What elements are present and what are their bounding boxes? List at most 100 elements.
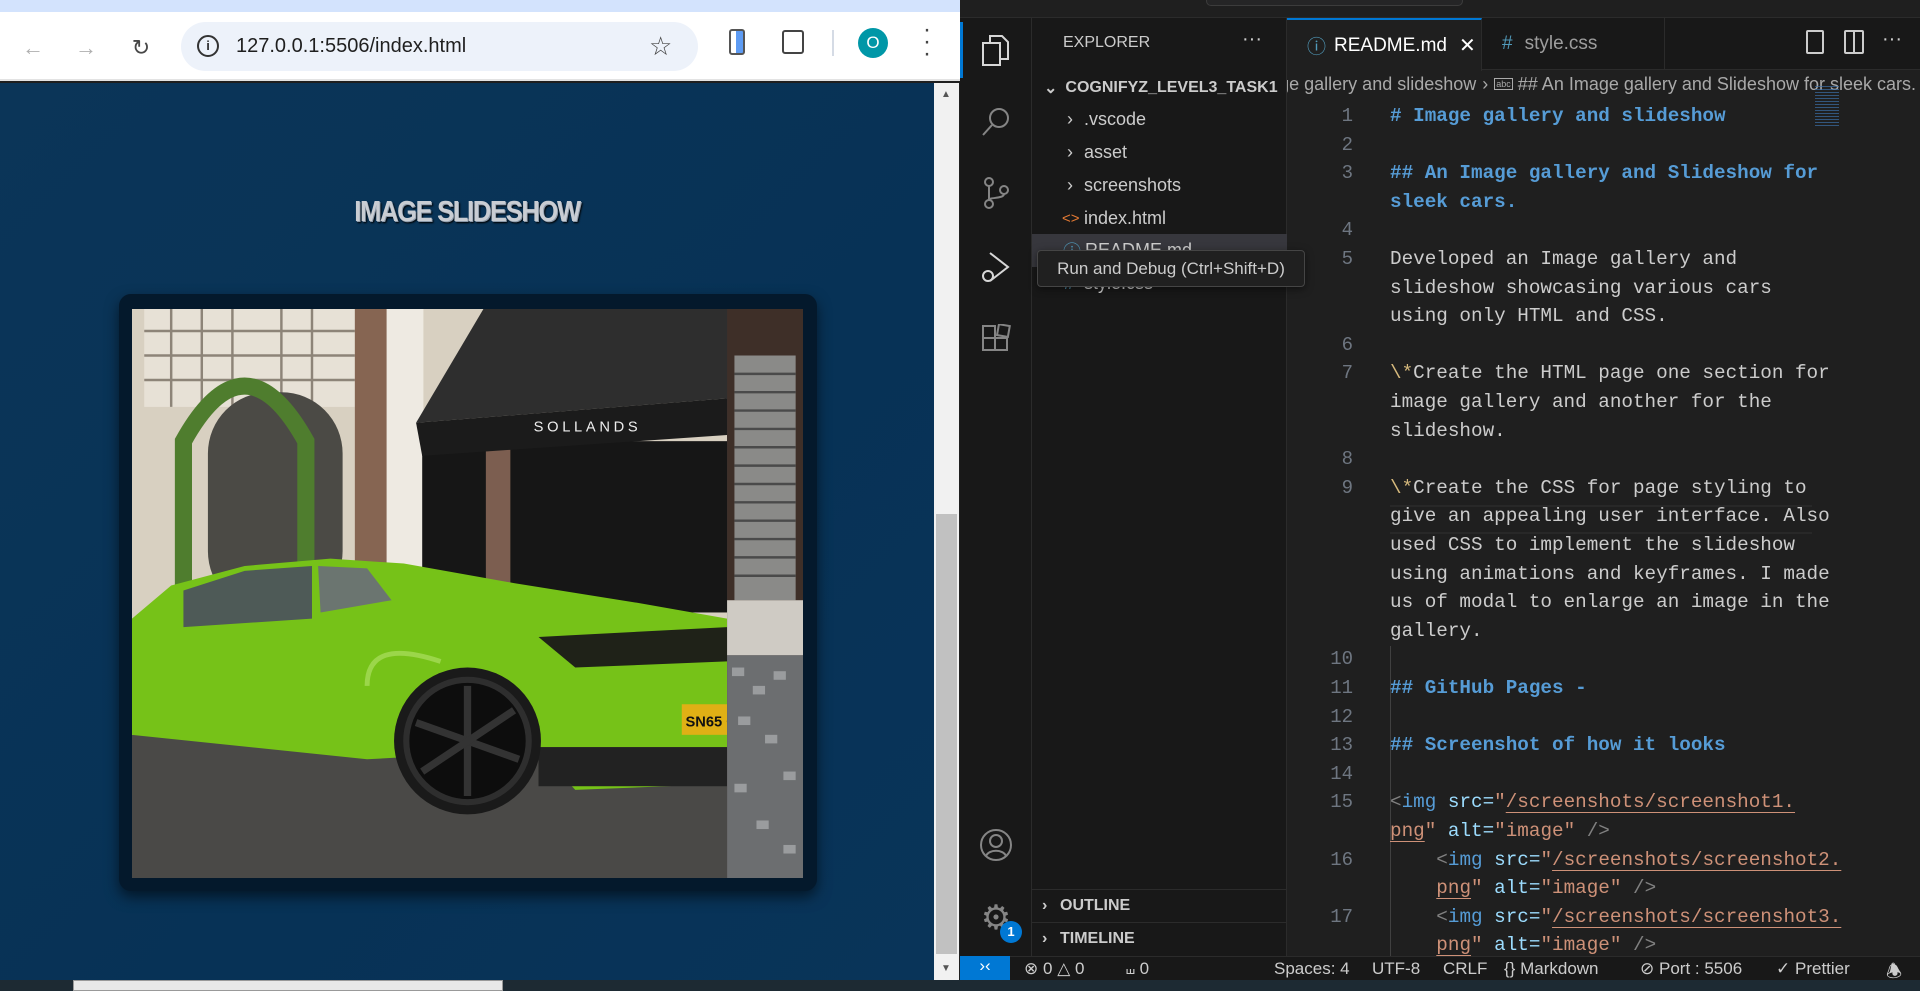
timeline-section[interactable]: › TIMELINE xyxy=(1032,922,1287,955)
line-number: 13 xyxy=(1330,734,1353,757)
scrollbar-thumb[interactable] xyxy=(936,514,957,954)
close-icon[interactable]: ✕ xyxy=(1459,33,1476,58)
code-line[interactable]: slideshow showcasing various cars xyxy=(1390,274,1772,303)
toolbar-divider xyxy=(832,30,834,56)
minimap[interactable] xyxy=(1815,86,1839,126)
code-line[interactable]: <img src="/screenshots/screenshot2. xyxy=(1390,846,1841,875)
code-line[interactable]: slideshow. xyxy=(1390,417,1506,446)
line-number: 14 xyxy=(1330,762,1353,785)
tree-item-label: index.html xyxy=(1084,208,1167,228)
code-line[interactable]: Developed an Image gallery and xyxy=(1390,245,1737,274)
tab-search-icon[interactable] xyxy=(729,29,745,55)
error-icon: ⊗ xyxy=(1024,959,1039,978)
scroll-up-icon[interactable]: ▲ xyxy=(941,89,951,100)
folder-header[interactable]: ⌄ COGNIFYZ_LEVEL3_TASK1 xyxy=(1032,71,1287,104)
page-scrollbar[interactable]: ▲ ▼ xyxy=(934,83,959,980)
code-token: "image" xyxy=(1540,877,1622,900)
eol[interactable]: CRLF xyxy=(1443,959,1487,979)
code-line[interactable]: give an appealing user interface. Also xyxy=(1390,502,1830,531)
code-token: " xyxy=(1471,877,1483,900)
next-slide xyxy=(727,309,803,878)
browser-tab-strip xyxy=(0,0,960,12)
section-label: OUTLINE xyxy=(1060,897,1131,914)
code-token: ## An Image gallery and Slideshow for xyxy=(1390,162,1819,185)
remote-icon[interactable]: ›‹ xyxy=(960,956,1010,980)
menu-icon[interactable]: · · · xyxy=(918,18,936,66)
current-slide-car: SOLLANDS SN65 C xyxy=(132,309,737,878)
code-line[interactable]: # Image gallery and slideshow xyxy=(1390,102,1726,131)
code-line[interactable]: sleek cars. xyxy=(1390,188,1517,217)
more-actions-icon[interactable]: ··· xyxy=(1242,28,1262,51)
bell-icon[interactable]: 🕭 xyxy=(1886,959,1902,989)
tree-item-screenshots[interactable]: › screenshots xyxy=(1032,169,1287,202)
run-debug-icon[interactable] xyxy=(960,237,1032,297)
reload-icon[interactable]: ↻ xyxy=(127,34,155,62)
prettier[interactable]: ✓ Prettier xyxy=(1776,959,1850,979)
encoding[interactable]: UTF-8 xyxy=(1372,959,1420,979)
code-token: using only HTML and CSS. xyxy=(1390,305,1668,328)
tree-item-asset[interactable]: › asset xyxy=(1032,136,1287,169)
code-line[interactable]: ## GitHub Pages - xyxy=(1390,674,1587,703)
tooltip: Run and Debug (Ctrl+Shift+D) xyxy=(1037,250,1305,287)
code-line[interactable]: used CSS to implement the slideshow xyxy=(1390,531,1795,560)
errors-indicator[interactable]: ⊗ 0 △ 0 xyxy=(1024,959,1084,979)
broadcast-icon: ⧢ xyxy=(1126,959,1135,978)
language-mode[interactable]: {} Markdown xyxy=(1504,959,1599,979)
code-line[interactable]: ## An Image gallery and Slideshow for xyxy=(1390,159,1818,188)
code-line[interactable]: \*Create the HTML page one section for xyxy=(1390,359,1830,388)
profile-avatar[interactable]: O xyxy=(858,28,888,58)
split-editor-icon[interactable] xyxy=(1844,30,1864,54)
info-file-icon: ⓘ xyxy=(1307,37,1327,58)
chevron-right-icon: › xyxy=(1042,897,1048,914)
code-line[interactable]: <img src="/screenshots/screenshot1. xyxy=(1390,788,1795,817)
search-icon[interactable] xyxy=(960,92,1032,152)
extensions-icon[interactable] xyxy=(782,30,804,54)
code-line[interactable]: png" alt="image" /> xyxy=(1390,931,1656,956)
source-control-icon[interactable] xyxy=(960,163,1032,223)
breadcrumb-item[interactable]: Image gallery and slideshow xyxy=(1287,74,1476,95)
address-bar[interactable]: i 127.0.0.1:5506/index.html ☆ xyxy=(181,22,698,71)
taskbar-preview xyxy=(73,980,503,991)
live-server-port[interactable]: ⊘ Port : 5506 xyxy=(1640,959,1742,979)
breadcrumb-separator-icon: › xyxy=(1482,73,1489,94)
code-line[interactable]: png" alt="image" /> xyxy=(1390,817,1610,846)
explorer-icon[interactable] xyxy=(960,21,1032,81)
scroll-down-icon[interactable]: ▼ xyxy=(941,963,951,974)
tree-item-vscode[interactable]: › .vscode xyxy=(1032,103,1287,136)
tree-item-index-html[interactable]: <> index.html xyxy=(1032,202,1287,235)
tab-readme[interactable]: ⓘ README.md ✕ xyxy=(1287,18,1482,71)
editor: ⓘ README.md ✕ # style.css ··· Image gallery… xyxy=(1287,18,1920,956)
open-preview-icon[interactable] xyxy=(1806,30,1824,54)
code-line[interactable]: \*Create the CSS for page styling to xyxy=(1390,474,1807,503)
code-line[interactable]: using only HTML and CSS. xyxy=(1390,302,1668,331)
code-line[interactable]: <img src="/screenshots/screenshot3. xyxy=(1390,903,1841,932)
outline-section[interactable]: › OUTLINE xyxy=(1032,889,1287,922)
extensions-icon[interactable] xyxy=(960,310,1032,370)
code-line[interactable]: gallery. xyxy=(1390,617,1483,646)
url-text[interactable]: 127.0.0.1:5506/index.html xyxy=(236,35,466,58)
ports-indicator[interactable]: ⧢ 0 xyxy=(1126,959,1149,979)
account-icon[interactable] xyxy=(960,815,1032,875)
code-line[interactable]: using animations and keyframes. I made xyxy=(1390,560,1830,589)
tree-item-label: asset xyxy=(1084,142,1128,162)
star-icon[interactable]: ☆ xyxy=(649,31,672,62)
code-line[interactable]: png" alt="image" /> xyxy=(1390,874,1656,903)
code-line[interactable]: ## Screenshot of how it looks xyxy=(1390,731,1726,760)
code-token: src= xyxy=(1482,905,1541,928)
code-token: /screenshots/screenshot3. xyxy=(1552,905,1842,928)
code-token: \* xyxy=(1390,476,1414,499)
forward-icon[interactable]: → xyxy=(72,34,100,62)
code-token: slideshow. xyxy=(1390,419,1506,442)
breadcrumb-item[interactable]: ## An Image gallery and Slideshow for sl… xyxy=(1518,74,1916,95)
css-file-icon: # xyxy=(1502,33,1513,54)
tab-style-css[interactable]: # style.css xyxy=(1482,18,1665,70)
code-line[interactable]: image gallery and another for the xyxy=(1390,388,1772,417)
command-center[interactable] xyxy=(1206,0,1463,6)
code-line[interactable]: us of modal to enlarge an image in the xyxy=(1390,588,1830,617)
settings-gear-icon[interactable]: ⚙ xyxy=(960,888,1032,948)
more-actions-icon[interactable]: ··· xyxy=(1882,28,1902,51)
back-icon[interactable]: ← xyxy=(19,34,47,62)
line-number: 4 xyxy=(1341,219,1353,242)
indentation[interactable]: Spaces: 4 xyxy=(1274,959,1350,979)
info-icon[interactable]: i xyxy=(197,35,219,57)
